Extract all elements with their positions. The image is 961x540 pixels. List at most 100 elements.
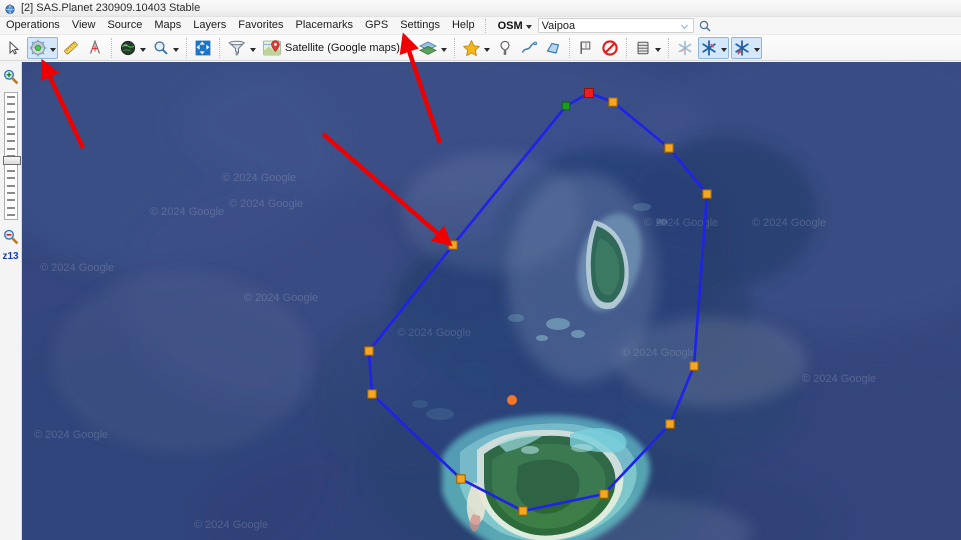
compass-tool[interactable] xyxy=(84,37,106,59)
add-placemark-tool[interactable] xyxy=(494,37,516,59)
svg-text:© 2024 Google: © 2024 Google xyxy=(802,373,876,385)
chevron-down-icon[interactable] xyxy=(678,21,691,32)
slider-tick xyxy=(6,125,15,128)
polygon-vertex-handle[interactable] xyxy=(456,474,466,484)
search-input-wrapper[interactable] xyxy=(537,18,694,33)
database-icon xyxy=(637,41,649,54)
cursor-arrow-icon xyxy=(9,40,20,55)
polygon-start-vertex[interactable] xyxy=(584,88,594,98)
snowflake-tool-3[interactable] xyxy=(730,36,762,59)
search-provider-label: OSM xyxy=(497,19,523,32)
toolbar-separator xyxy=(186,37,187,58)
polygon-vertex-handle[interactable] xyxy=(702,189,712,199)
menu-item-help[interactable]: Help xyxy=(446,17,481,34)
magnifier-icon xyxy=(154,40,168,55)
chevron-down-icon[interactable] xyxy=(405,48,412,52)
chevron-down-icon[interactable] xyxy=(753,48,760,52)
download-tool[interactable] xyxy=(225,37,258,59)
layers-tool[interactable] xyxy=(416,37,449,59)
slider-tick xyxy=(6,206,15,209)
sasplanet-globe-icon xyxy=(4,2,16,15)
toolbar-separator xyxy=(219,37,220,58)
pointer-tool[interactable] xyxy=(3,37,25,59)
polygon-vertex-handle[interactable] xyxy=(689,361,699,371)
menu-item-placemarks[interactable]: Placemarks xyxy=(290,17,359,34)
chevron-down-icon[interactable] xyxy=(483,48,490,52)
svg-text:© 2024 Google: © 2024 Google xyxy=(40,262,114,274)
menu-item-operations[interactable]: Operations xyxy=(0,17,66,34)
chevron-down-icon[interactable] xyxy=(720,48,727,52)
zoom-level-label: z13 xyxy=(2,251,19,262)
compass-divider-icon xyxy=(89,39,101,54)
slider-tick xyxy=(6,147,15,150)
no-entry-icon xyxy=(602,39,618,56)
search-provider-dropdown[interactable]: OSM xyxy=(496,20,534,32)
chevron-down-icon xyxy=(525,24,532,29)
menu-item-source[interactable]: Source xyxy=(101,17,148,34)
snowflake-icon xyxy=(702,39,716,56)
zoom-tool[interactable] xyxy=(150,37,181,59)
chevron-down-icon[interactable] xyxy=(250,48,256,52)
menu-item-maps[interactable]: Maps xyxy=(148,17,187,34)
search-icon[interactable] xyxy=(698,19,712,33)
globe-view-tool[interactable] xyxy=(117,37,148,59)
ruler-tool[interactable] xyxy=(60,37,82,59)
polygon-vertex-handle[interactable] xyxy=(367,389,377,399)
globe-pin-icon xyxy=(29,39,47,56)
slider-tick xyxy=(6,184,15,187)
marker-tool[interactable] xyxy=(27,36,58,59)
cache-manager-tool[interactable] xyxy=(632,37,663,59)
favorites-tool[interactable] xyxy=(460,37,492,59)
search-zone: OSM xyxy=(496,18,712,33)
snowflake-tool-1[interactable] xyxy=(674,37,696,59)
polygon-vertex-handle[interactable] xyxy=(664,143,674,153)
polygon-vertex-handle[interactable] xyxy=(448,240,458,250)
polygon-vertex-handle[interactable] xyxy=(364,346,374,356)
polygon-green-vertex[interactable] xyxy=(561,101,571,111)
map-viewport[interactable]: © 2024 Google © 2024 Google © 2024 Googl… xyxy=(22,62,961,540)
star-icon xyxy=(463,39,480,56)
clear-marks-tool[interactable] xyxy=(599,37,621,59)
snowflake-tool-2[interactable] xyxy=(697,36,729,59)
slider-tick xyxy=(6,96,15,98)
funnel-download-icon xyxy=(228,40,246,55)
hide-marks-tool[interactable] xyxy=(575,37,597,59)
magnifier-plus-icon[interactable] xyxy=(2,68,20,86)
placemark-drop-icon xyxy=(500,40,510,55)
polygon-vertex-handle[interactable] xyxy=(608,97,618,107)
snowflake-faded-icon xyxy=(678,40,692,55)
polygon-center-marker[interactable] xyxy=(507,395,517,405)
ruler-icon xyxy=(64,40,78,54)
slider-tick xyxy=(6,140,15,143)
zoom-slider[interactable] xyxy=(2,92,21,220)
menu-item-view[interactable]: View xyxy=(66,17,102,34)
magnifier-minus-icon[interactable] xyxy=(2,228,20,246)
map-canvas[interactable]: © 2024 Google © 2024 Google © 2024 Googl… xyxy=(22,62,961,540)
polygon-vertex-handle[interactable] xyxy=(599,489,609,499)
zoom-slider-thumb[interactable] xyxy=(2,156,21,165)
chevron-down-icon[interactable] xyxy=(654,48,661,52)
menu-item-favorites[interactable]: Favorites xyxy=(232,17,289,34)
search-input[interactable] xyxy=(538,19,673,32)
slider-tick xyxy=(6,199,15,202)
slider-tick xyxy=(6,191,15,194)
chevron-down-icon[interactable] xyxy=(173,48,179,52)
menu-separator xyxy=(484,18,486,33)
menu-bar: Operations View Source Maps Layers Favor… xyxy=(0,17,961,35)
dark-globe-icon xyxy=(120,40,136,55)
add-polygon-tool[interactable] xyxy=(542,37,564,59)
polygon-vertex-handle[interactable] xyxy=(518,506,528,516)
menu-item-gps[interactable]: GPS xyxy=(359,17,394,34)
path-line-icon xyxy=(521,41,538,53)
chevron-down-icon[interactable] xyxy=(140,48,146,52)
fullscreen-tool[interactable] xyxy=(192,37,214,59)
menu-item-layers[interactable]: Layers xyxy=(187,17,232,34)
chevron-down-icon[interactable] xyxy=(50,48,56,52)
add-path-tool[interactable] xyxy=(518,37,540,59)
slider-tick xyxy=(6,118,15,121)
map-source-select[interactable]: Satellite (Google maps) xyxy=(260,37,414,59)
slider-tick xyxy=(6,132,15,135)
menu-item-settings[interactable]: Settings xyxy=(394,17,446,34)
chevron-down-icon[interactable] xyxy=(440,48,447,52)
polygon-vertex-handle[interactable] xyxy=(665,419,675,429)
